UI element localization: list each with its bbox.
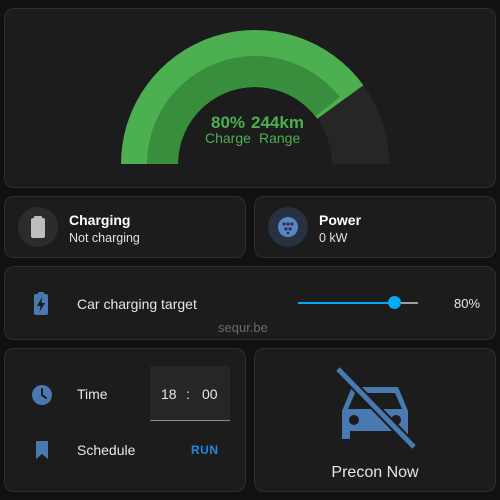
power-value: 0 kW [319, 231, 348, 245]
charging-status-tile[interactable]: Charging Not charging [4, 196, 246, 258]
charging-icon-circle [18, 207, 58, 247]
battery-gauge [121, 30, 389, 164]
schedule-label: Schedule [77, 442, 136, 458]
battery-gauge-card[interactable]: 80% 244km Charge Range [4, 8, 496, 188]
charging-state: Not charging [69, 231, 140, 245]
slider-fill [298, 302, 394, 304]
bookmark-icon [36, 441, 48, 459]
run-schedule-button[interactable]: RUN [191, 443, 219, 457]
time-minute[interactable]: 00 [202, 386, 218, 402]
battery-icon [31, 216, 45, 238]
charging-target-slider[interactable] [298, 296, 418, 309]
power-tile[interactable]: Power 0 kW [254, 196, 496, 258]
ev-plug-icon [278, 217, 298, 237]
clock-icon [32, 385, 52, 405]
range-label: Range [259, 130, 301, 146]
charging-title: Charging [69, 212, 131, 228]
time-separator: : [186, 386, 190, 402]
power-icon-circle [268, 207, 308, 247]
car-off-icon [334, 365, 418, 451]
power-title: Power [319, 212, 362, 228]
precon-now-button[interactable]: Precon Now [254, 348, 496, 492]
slider-thumb[interactable] [387, 296, 401, 309]
time-hour[interactable]: 18 [161, 386, 177, 402]
watermark: sequr.be [218, 320, 268, 335]
charging-target-value: 80% [454, 296, 481, 311]
time-input[interactable]: 18 : 00 [150, 366, 230, 421]
charge-label: Charge [205, 130, 251, 146]
time-label: Time [77, 386, 108, 402]
charging-target-label: Car charging target [77, 296, 197, 312]
schedule-card: Time 18 : 00 Schedule RUN [4, 348, 246, 492]
precon-label: Precon Now [331, 464, 419, 481]
battery-charging-icon [34, 292, 48, 315]
